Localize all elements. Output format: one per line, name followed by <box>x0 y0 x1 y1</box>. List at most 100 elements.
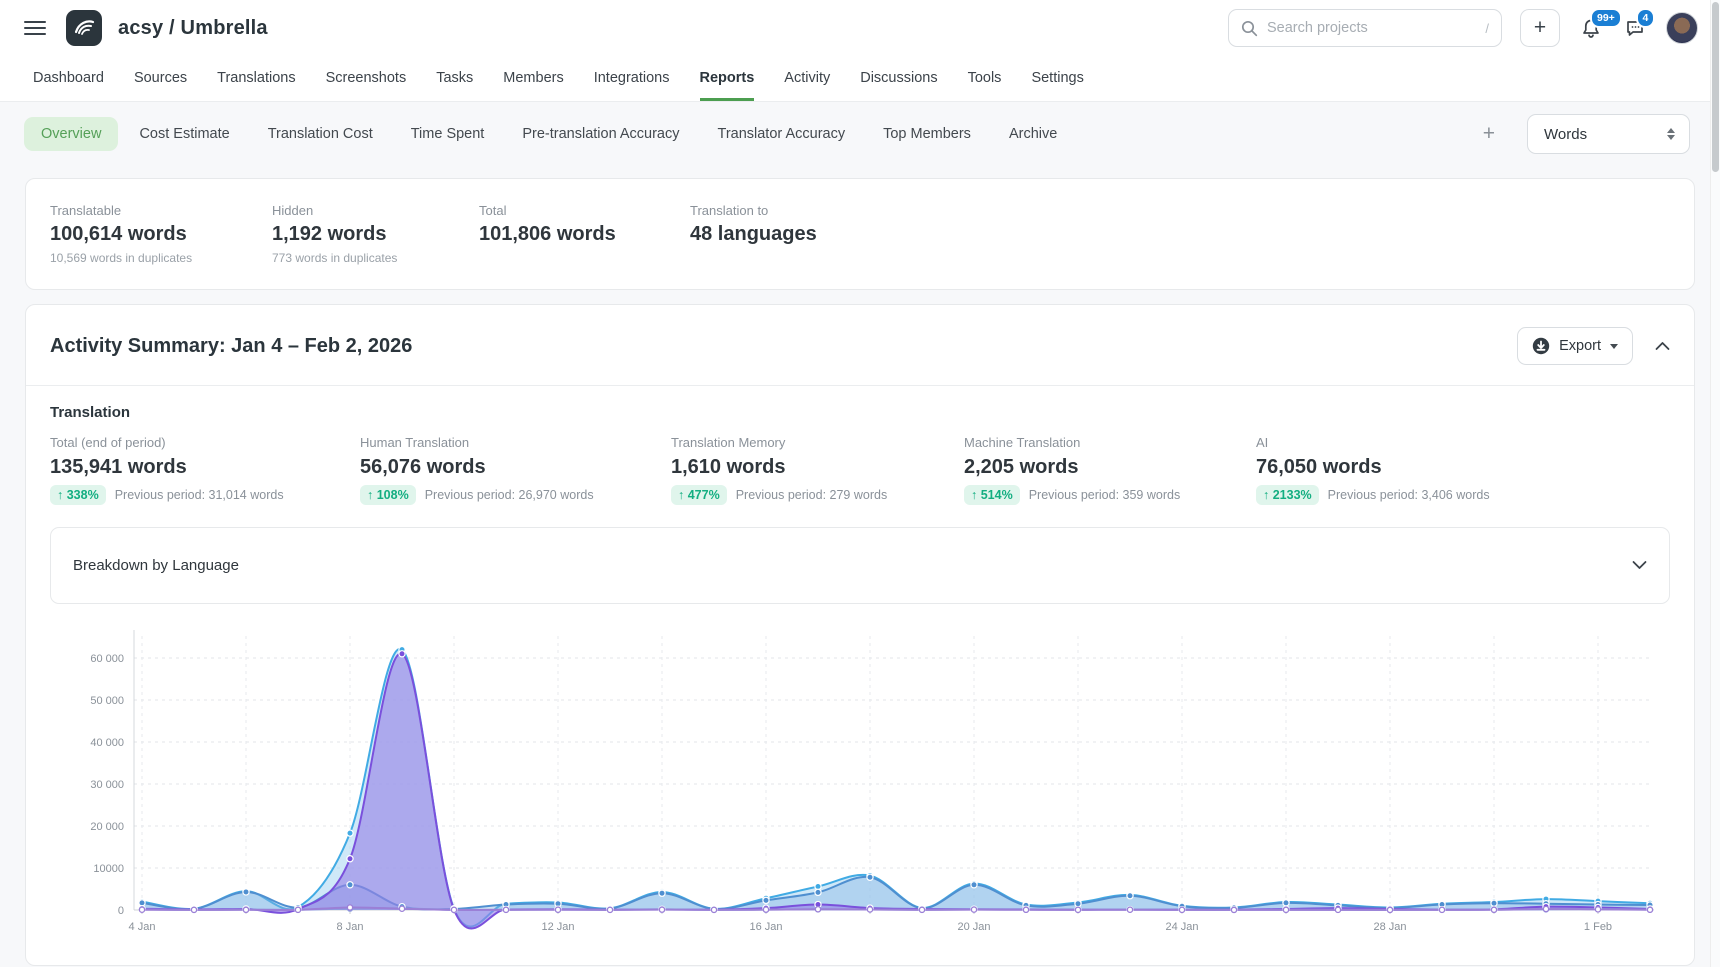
project-title: acsy / Umbrella <box>118 17 268 40</box>
metric-label: Human Translation <box>360 435 671 450</box>
svg-text:28 Jan: 28 Jan <box>1373 921 1406 933</box>
arrow-up-icon: ↑ <box>367 488 373 502</box>
hamburger-menu-icon[interactable] <box>24 17 46 39</box>
stat-label: Translatable <box>50 203 272 218</box>
unit-selector[interactable]: Words <box>1527 114 1690 154</box>
search-projects-box[interactable]: / <box>1228 9 1502 47</box>
stat-label: Hidden <box>272 203 479 218</box>
nav-item-screenshots[interactable]: Screenshots <box>326 56 407 101</box>
stat-value: 101,806 words <box>479 223 690 246</box>
tab-top-members[interactable]: Top Members <box>866 117 988 151</box>
stat-value: 100,614 words <box>50 223 272 246</box>
breakdown-by-language-toggle[interactable]: Breakdown by Language <box>50 527 1670 604</box>
arrow-up-icon: ↑ <box>678 488 684 502</box>
svg-text:20 Jan: 20 Jan <box>957 921 990 933</box>
nav-item-translations[interactable]: Translations <box>217 56 295 101</box>
user-avatar[interactable] <box>1666 12 1698 44</box>
delta-badge: ↑ 514% <box>964 485 1020 505</box>
select-updown-icon <box>1667 128 1675 140</box>
arrow-up-icon: ↑ <box>1263 488 1269 502</box>
delta-badge: ↑ 108% <box>360 485 416 505</box>
nav-item-members[interactable]: Members <box>503 56 563 101</box>
caret-down-icon <box>1610 344 1618 349</box>
arrow-up-icon: ↑ <box>971 488 977 502</box>
tab-time-spent[interactable]: Time Spent <box>394 117 502 151</box>
search-shortcut-hint: / <box>1485 21 1489 36</box>
notifications-badge: 99+ <box>1590 8 1622 28</box>
nav-item-settings[interactable]: Settings <box>1031 56 1083 101</box>
translation-section-title: Translation <box>50 404 1670 421</box>
stat-translatable: Translatable 100,614 words 10,569 words … <box>50 203 272 265</box>
metric-ai: AI 76,050 words ↑ 2133% Previous period:… <box>1256 435 1490 505</box>
stat-total: Total 101,806 words <box>479 203 690 265</box>
activity-title: Activity Summary: Jan 4 – Feb 2, 2026 <box>50 335 412 358</box>
translation-metrics-row: Total (end of period) 135,941 words ↑ 33… <box>50 435 1670 505</box>
metric-label: Translation Memory <box>671 435 964 450</box>
app-logo[interactable] <box>66 10 102 46</box>
previous-period-text: Previous period: 359 words <box>1029 488 1180 502</box>
tab-translator-accuracy[interactable]: Translator Accuracy <box>701 117 863 151</box>
page-scrollbar[interactable] <box>1710 0 1720 967</box>
nav-item-activity[interactable]: Activity <box>784 56 830 101</box>
unit-selected-value: Words <box>1544 126 1587 143</box>
export-button[interactable]: Export <box>1517 327 1633 365</box>
download-circle-icon <box>1532 337 1550 355</box>
metric-value: 2,205 words <box>964 456 1256 479</box>
metric-label: Machine Translation <box>964 435 1256 450</box>
nav-item-dashboard[interactable]: Dashboard <box>33 56 104 101</box>
metric-label: Total (end of period) <box>50 435 360 450</box>
nav-item-reports[interactable]: Reports <box>700 56 755 101</box>
nav-item-sources[interactable]: Sources <box>134 56 187 101</box>
stat-note: 773 words in duplicates <box>272 251 479 265</box>
tab-pretranslation-accuracy[interactable]: Pre-translation Accuracy <box>505 117 696 151</box>
delta-badge: ↑ 338% <box>50 485 106 505</box>
metric-machine-translation: Machine Translation 2,205 words ↑ 514% P… <box>964 435 1256 505</box>
metric-label: AI <box>1256 435 1490 450</box>
nav-item-discussions[interactable]: Discussions <box>860 56 937 101</box>
metric-value: 56,076 words <box>360 456 671 479</box>
nav-item-integrations[interactable]: Integrations <box>594 56 670 101</box>
nav-item-tasks[interactable]: Tasks <box>436 56 473 101</box>
svg-text:20 000: 20 000 <box>90 821 124 833</box>
delta-badge: ↑ 2133% <box>1256 485 1319 505</box>
stat-label: Translation to <box>690 203 817 218</box>
tab-archive[interactable]: Archive <box>992 117 1074 151</box>
activity-header: Activity Summary: Jan 4 – Feb 2, 2026 Ex… <box>26 305 1694 385</box>
stat-value: 1,192 words <box>272 223 479 246</box>
chevron-up-icon <box>1655 341 1670 351</box>
metric-value: 135,941 words <box>50 456 360 479</box>
notifications-button[interactable]: 99+ <box>1578 15 1604 41</box>
svg-text:4 Jan: 4 Jan <box>129 921 156 933</box>
tab-translation-cost[interactable]: Translation Cost <box>251 117 390 151</box>
nav-item-tools[interactable]: Tools <box>968 56 1002 101</box>
metric-human-translation: Human Translation 56,076 words ↑ 108% Pr… <box>360 435 671 505</box>
scrollbar-thumb[interactable] <box>1712 2 1719 172</box>
messages-badge: 4 <box>1636 8 1655 28</box>
svg-text:0: 0 <box>118 905 124 917</box>
previous-period-text: Previous period: 26,970 words <box>425 488 594 502</box>
stat-note: 10,569 words in duplicates <box>50 251 272 265</box>
svg-text:8 Jan: 8 Jan <box>337 921 364 933</box>
svg-text:24 Jan: 24 Jan <box>1165 921 1198 933</box>
reports-subnav: Overview Cost Estimate Translation Cost … <box>0 102 1720 166</box>
tab-cost-estimate[interactable]: Cost Estimate <box>122 117 246 151</box>
metric-total-end-of-period: Total (end of period) 135,941 words ↑ 33… <box>50 435 360 505</box>
svg-text:16 Jan: 16 Jan <box>749 921 782 933</box>
logo-glyph-icon <box>72 16 96 40</box>
svg-text:50 000: 50 000 <box>90 695 124 707</box>
svg-text:1 Feb: 1 Feb <box>1584 921 1612 933</box>
tab-overview[interactable]: Overview <box>24 117 118 151</box>
add-report-button[interactable]: + <box>1469 122 1509 146</box>
search-input[interactable] <box>1267 20 1476 36</box>
svg-text:10000: 10000 <box>93 863 124 875</box>
previous-period-text: Previous period: 279 words <box>736 488 887 502</box>
create-project-button[interactable]: + <box>1520 9 1560 47</box>
export-label: Export <box>1559 338 1601 354</box>
collapse-section-button[interactable] <box>1655 341 1670 351</box>
messages-button[interactable]: 4 <box>1622 15 1648 41</box>
chevron-down-icon <box>1632 557 1647 575</box>
svg-text:12 Jan: 12 Jan <box>541 921 574 933</box>
stat-translation-to: Translation to 48 languages <box>690 203 817 265</box>
activity-chart[interactable]: 01000020 00030 00040 00050 00060 0004 Ja… <box>50 604 1670 949</box>
breakdown-label: Breakdown by Language <box>73 557 239 574</box>
